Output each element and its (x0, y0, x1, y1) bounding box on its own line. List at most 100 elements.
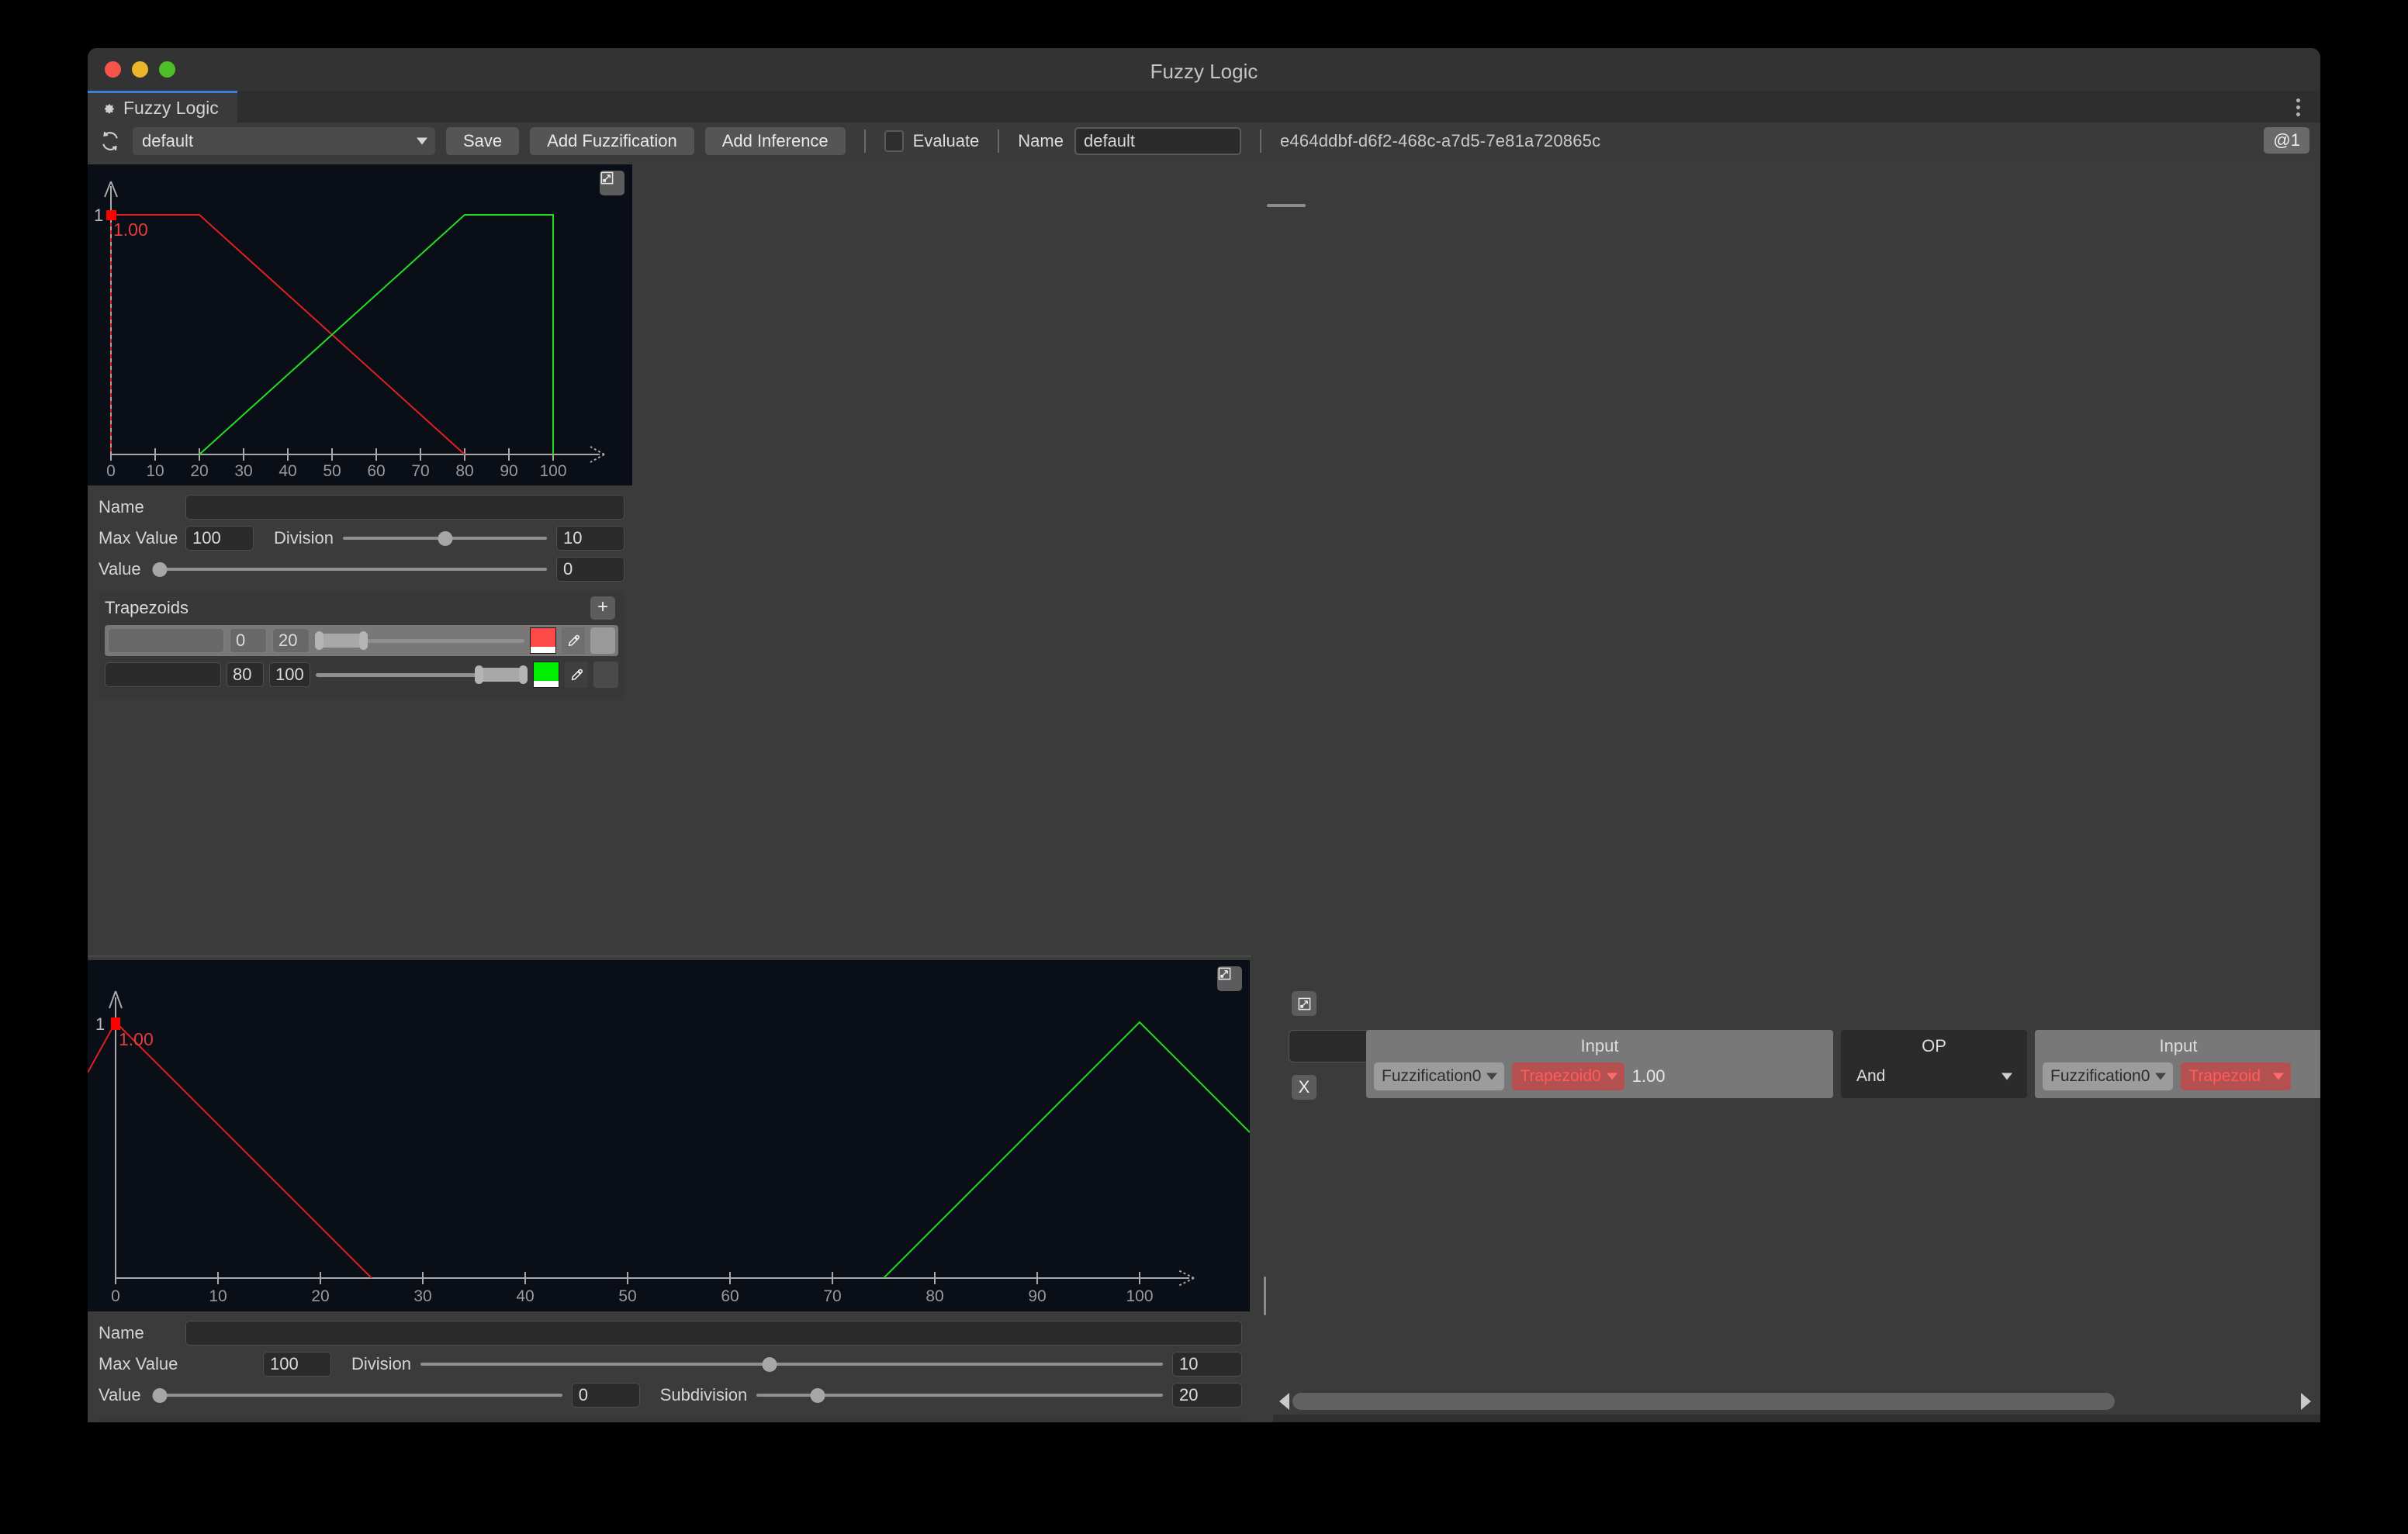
trapezoid-start-input[interactable]: 0 (230, 628, 267, 653)
trapezoid-end-input[interactable]: 100 (269, 662, 310, 687)
subdivision-slider-knob[interactable] (810, 1387, 825, 1403)
add-inference-button[interactable]: Add Inference (704, 127, 846, 155)
input2-fuzzification-select[interactable]: Fuzzification0 (2043, 1062, 2174, 1090)
svg-text:50: 50 (323, 462, 341, 480)
panel-splitter-vertical[interactable] (1264, 1277, 1266, 1315)
max-value-input-bottom[interactable]: 100 (263, 1352, 331, 1377)
expand-icon[interactable] (1217, 966, 1242, 991)
trapezoid-end-input[interactable]: 20 (272, 628, 310, 653)
panel-splitter-horizontal-2[interactable] (88, 955, 1251, 957)
value-slider-knob-top[interactable] (152, 561, 168, 577)
window-title: Fuzzy Logic (1150, 60, 1258, 83)
trapezoid-color-swatch[interactable] (533, 662, 559, 688)
svg-text:20: 20 (311, 1287, 329, 1305)
trapezoid-color-swatch[interactable] (530, 627, 556, 654)
instance-badge[interactable]: @1 (2264, 127, 2309, 154)
division-slider-knob-bottom[interactable] (762, 1356, 777, 1372)
trapezoid-range-handle-start[interactable] (315, 631, 323, 650)
value-slider-bottom[interactable] (152, 1383, 562, 1408)
value-slider-track-bottom (156, 1394, 562, 1397)
trapezoid-range-slider[interactable] (315, 662, 528, 687)
table-row[interactable]: 0 20 (105, 625, 618, 656)
input1-fuzzification-select[interactable]: Fuzzification0 (1374, 1062, 1505, 1090)
max-value-input-top[interactable]: 100 (185, 526, 254, 551)
op-select[interactable]: And (1849, 1062, 2019, 1090)
eyedropper-icon[interactable] (562, 627, 585, 654)
max-value-label-bottom: Max Value (99, 1354, 178, 1373)
max-value-value-bottom: 100 (270, 1354, 299, 1373)
evaluate-label: Evaluate (912, 131, 980, 150)
main-body: 01020 304050 607080 90100 1 1.00 (88, 160, 2320, 1422)
division-slider-knob-top[interactable] (438, 530, 453, 546)
max-value-label-top: Max Value (99, 528, 178, 548)
input2-trapezoid-select[interactable]: Trapezoid (2181, 1062, 2292, 1090)
inference-hscrollbar[interactable] (1279, 1391, 2311, 1411)
chevron-down-icon (2273, 1073, 2285, 1080)
chevron-down-icon (1606, 1073, 1617, 1080)
division-label-bottom: Division (351, 1354, 412, 1373)
value-input-bottom[interactable]: 0 (571, 1383, 640, 1408)
svg-text:70: 70 (823, 1287, 841, 1305)
name-row-bottom: Name (99, 1318, 1242, 1349)
uuid-text: e464ddbf-d6f2-468c-a7d5-7e81a720865c (1279, 131, 1601, 150)
value-input-top[interactable]: 0 (556, 557, 624, 582)
fuzzification-name-input-bottom[interactable] (185, 1321, 1242, 1346)
inference-input2-node: Input Fuzzification0 Trapezoid (2035, 1030, 2320, 1098)
preset-select[interactable]: default (133, 127, 435, 155)
trapezoid-delete-button[interactable] (593, 662, 618, 688)
scrollbar-thumb[interactable] (1292, 1393, 2115, 1410)
svg-text:30: 30 (234, 462, 252, 480)
add-trapezoid-button-top[interactable]: + (590, 596, 615, 620)
expand-icon[interactable] (600, 171, 624, 195)
tab-fuzzy-logic[interactable]: Fuzzy Logic (88, 91, 237, 123)
main-toolbar: default Save Add Fuzzification Add Infer… (88, 123, 2320, 160)
fuzzification-name-input-top[interactable] (185, 495, 624, 520)
trapezoid-delete-button[interactable] (590, 627, 615, 654)
trapezoid-name-input[interactable] (105, 662, 221, 687)
eyedropper-icon[interactable] (565, 662, 588, 688)
op-row: And (1849, 1062, 2019, 1090)
trapezoid-range-slider[interactable] (315, 628, 524, 653)
division-input-top[interactable]: 10 (556, 526, 624, 551)
fuzzification-chart-top[interactable]: 0 10 20 30 40 50 60 70 80 90 100 1 1.00 (88, 164, 632, 485)
evaluate-checkbox[interactable] (884, 130, 904, 152)
trapezoid-range-bar[interactable] (476, 668, 521, 682)
trapezoid-range-handle-end[interactable] (519, 665, 528, 684)
delete-inference-button[interactable]: X (1292, 1075, 1316, 1100)
trapezoid-range-handle-start[interactable] (474, 665, 483, 684)
svg-text:1.00: 1.00 (113, 219, 148, 240)
chevron-down-icon (417, 137, 427, 145)
scroll-left-icon[interactable] (1279, 1393, 1289, 1410)
subdivision-input[interactable]: 20 (1172, 1383, 1243, 1408)
trapezoid-start-input[interactable]: 80 (227, 662, 264, 687)
scroll-right-icon[interactable] (2301, 1393, 2311, 1410)
input1-value: 1.00 (1631, 1066, 1666, 1086)
input1-trapezoid-select[interactable]: Trapezoid0 (1512, 1062, 1624, 1090)
division-input-bottom[interactable]: 10 (1172, 1352, 1242, 1377)
trapezoid-range-handle-end[interactable] (358, 631, 368, 650)
more-options-icon[interactable] (2289, 97, 2306, 117)
division-slider-bottom[interactable] (420, 1352, 1163, 1377)
svg-text:50: 50 (618, 1287, 636, 1305)
panel-splitter-horizontal-1[interactable] (1267, 204, 1306, 207)
evaluate-checkbox-group[interactable]: Evaluate (884, 130, 980, 152)
add-fuzzification-button[interactable]: Add Fuzzification (530, 127, 694, 155)
input2-row: Fuzzification0 Trapezoid (2043, 1062, 2320, 1090)
trapezoid-name-input[interactable] (108, 628, 224, 653)
value-label-top: Value (99, 559, 141, 579)
expand-icon[interactable] (1292, 991, 1316, 1016)
name-input[interactable]: default (1074, 127, 1241, 155)
svg-text:80: 80 (925, 1287, 943, 1305)
value-slider-knob-bottom[interactable] (152, 1387, 168, 1403)
refresh-icon[interactable] (99, 130, 122, 153)
fuzzification-chart-bottom[interactable]: 0 10 20 30 40 50 60 70 80 90 100 1 1.00 (88, 960, 1250, 1311)
division-slider-top[interactable] (343, 526, 547, 551)
toolbar-divider-3 (1259, 130, 1261, 153)
inference-bottom-edge (1273, 1415, 2320, 1422)
value-slider-top[interactable] (152, 557, 547, 582)
table-row[interactable]: 80 100 (105, 659, 618, 690)
subdivision-slider[interactable] (756, 1383, 1164, 1408)
save-button[interactable]: Save (446, 127, 520, 155)
svg-text:10: 10 (209, 1287, 227, 1305)
name-label-bottom: Name (99, 1323, 144, 1342)
